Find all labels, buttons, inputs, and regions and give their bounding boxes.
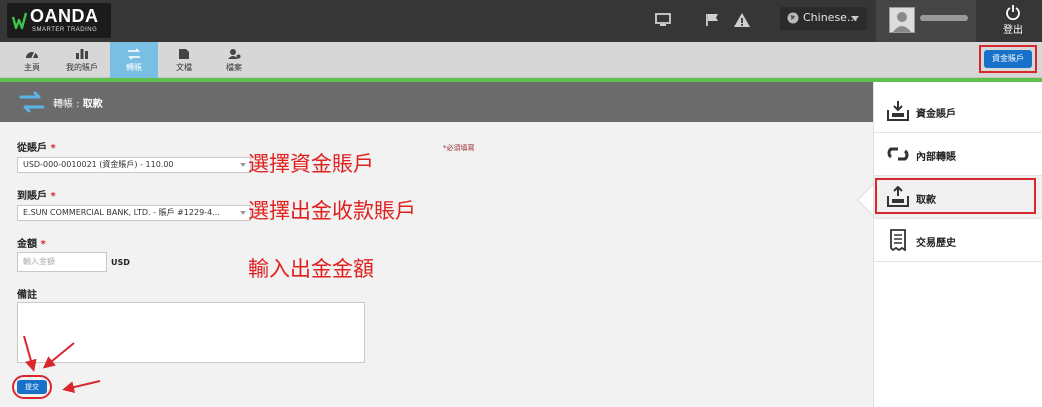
dashboard-icon — [26, 51, 38, 59]
page-header: 轉帳 : 取款 — [0, 82, 873, 122]
monitor-icon[interactable] — [654, 11, 672, 29]
annotation-step-3: 輸入出金金額 — [248, 257, 374, 281]
nav-item-home[interactable]: 主頁 — [8, 42, 56, 78]
submit-button-highlight: 提交 — [12, 375, 52, 399]
user-silhouette-icon — [893, 12, 911, 32]
to-account-value: E.SUN COMMERCIAL BANK, LTD. - 賬戶 #1229-4… — [23, 208, 220, 217]
from-account-label: 從賬戶 * — [17, 143, 56, 154]
to-account-select[interactable]: E.SUN COMMERCIAL BANK, LTD. - 賬戶 #1229-4… — [17, 205, 251, 221]
sidebar-item-funds-account[interactable]: 資金賬戶 — [874, 90, 1042, 133]
sidebar-item-label: 資金賬戶 — [916, 109, 956, 120]
sidebar-item-internal-transfer[interactable]: 內部轉賬 — [874, 133, 1042, 176]
nav-item-transfer[interactable]: 轉賬 — [110, 42, 158, 78]
sidebar-item-label: 交易歷史 — [916, 238, 956, 249]
title-prefix: 轉帳 : — [53, 99, 83, 110]
nav-item-documents[interactable]: 文檔 — [160, 42, 208, 78]
chevron-down-icon — [240, 211, 246, 215]
amount-label: 金額 * — [17, 239, 46, 250]
bar-chart-icon — [76, 49, 88, 59]
oanda-mark-icon — [12, 12, 28, 30]
panel-pointer — [857, 183, 874, 217]
inbox-download-icon — [887, 101, 909, 121]
amount-input[interactable]: 輸入金額 — [17, 252, 107, 272]
brand-tagline: SMARTER TRADING — [32, 27, 98, 33]
withdraw-highlight — [875, 178, 1036, 214]
avatar — [889, 7, 915, 33]
from-account-value: USD-000-0010021 (資金賬戶) - 110.00 — [23, 160, 174, 169]
from-account-select[interactable]: USD-000-0010021 (資金賬戶) - 110.00 — [17, 157, 251, 173]
sidebar-item-label: 內部轉賬 — [916, 152, 956, 163]
title-page: 取款 — [82, 99, 103, 110]
annotation-step-1: 選擇資金賬戶 — [248, 152, 374, 176]
notes-label: 備註 — [17, 290, 37, 301]
nav-item-my-accounts[interactable]: 我的賬戶 — [58, 42, 106, 78]
nav-item-label: 檔案 — [226, 63, 242, 72]
warning-icon[interactable] — [733, 11, 751, 29]
amount-placeholder: 輸入金額 — [23, 257, 55, 266]
oanda-logo[interactable]: OANDA SMARTER TRADING — [7, 3, 111, 38]
sidebar-item-transaction-history[interactable]: 交易歷史 — [874, 219, 1042, 262]
page-title: 轉帳 : 取款 — [53, 95, 103, 110]
flag-icon[interactable] — [703, 11, 721, 29]
user-menu[interactable] — [876, 0, 976, 42]
submit-button[interactable]: 提交 — [17, 380, 47, 394]
funds-sidebar: 資金賬戶 內部轉賬 取款 交易歷史 — [873, 82, 1042, 407]
language-label: Chinese... — [803, 11, 858, 24]
nav-item-label: 文檔 — [176, 63, 192, 72]
link-icon — [887, 147, 909, 161]
chevron-down-icon — [240, 163, 246, 167]
page: OANDA SMARTER TRADING Chinese... 登出 主頁 我… — [0, 0, 1042, 407]
notes-textarea[interactable] — [17, 302, 365, 363]
nav-item-label: 主頁 — [24, 63, 40, 72]
nav-item-profile[interactable]: 檔案 — [210, 42, 258, 78]
username-redacted — [920, 15, 968, 21]
funds-button-highlight: 資金賬戶 — [979, 45, 1037, 73]
funds-account-button[interactable]: 資金賬戶 — [984, 50, 1032, 68]
receipt-icon — [890, 229, 906, 251]
nav-item-label: 轉賬 — [126, 63, 142, 72]
to-account-label: 到賬戶 * — [17, 191, 56, 202]
chevron-down-icon — [851, 16, 859, 21]
transfer-icon — [19, 91, 45, 113]
top-bar: OANDA SMARTER TRADING Chinese... 登出 — [0, 0, 1042, 42]
currency-label: USD — [111, 258, 130, 267]
required-fields-note: *必須填寫 — [443, 144, 475, 152]
globe-icon — [787, 12, 799, 24]
transfer-icon — [128, 48, 140, 60]
logout-label: 登出 — [1003, 25, 1023, 36]
annotation-step-2: 選擇出金收款賬戶 — [248, 199, 416, 223]
nav-item-label: 我的賬戶 — [66, 63, 98, 72]
language-selector[interactable]: Chinese... — [780, 7, 867, 30]
document-icon — [179, 49, 189, 59]
main-nav: 主頁 我的賬戶 轉賬 文檔 檔案 資金賬戶 — [0, 42, 1042, 78]
brand-name: OANDA — [30, 6, 99, 26]
power-icon — [1006, 5, 1020, 20]
profile-icon — [228, 49, 241, 59]
logout-button[interactable]: 登出 — [990, 4, 1036, 38]
